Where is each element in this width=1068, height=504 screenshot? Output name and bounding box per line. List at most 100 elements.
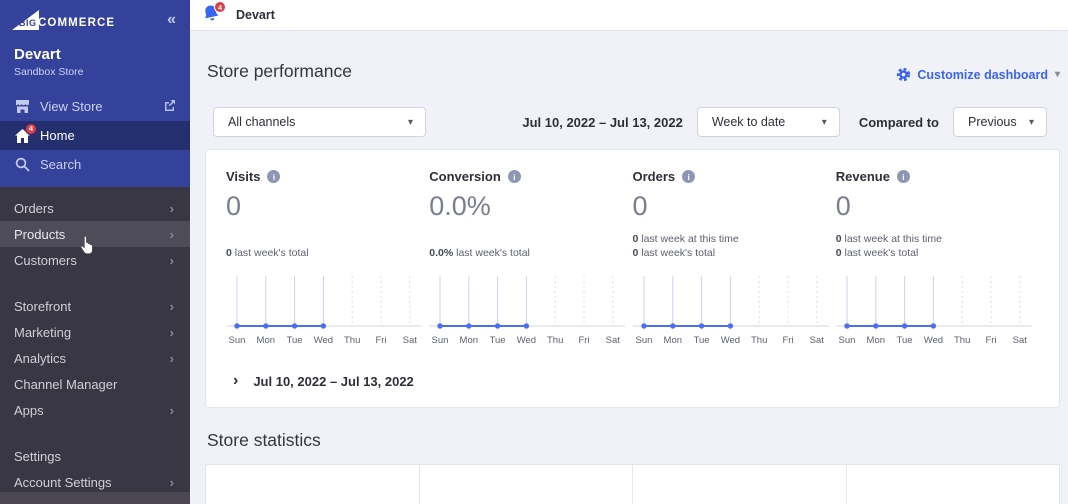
chevron-right-icon: › <box>170 299 174 314</box>
metric-subline: 0 last week at this time <box>633 232 824 246</box>
day-tick-label: Thu <box>751 335 767 346</box>
chevron-right-icon: › <box>170 351 174 366</box>
data-point <box>670 323 675 328</box>
bigcommerce-logo: BIG COMMERCE <box>12 10 115 30</box>
sidebar-item-customers[interactable]: Customers› <box>0 247 190 273</box>
page-title: Store performance <box>207 61 352 82</box>
sidebar-item-home[interactable]: 4 Home <box>0 121 190 150</box>
stats-title: Store statistics <box>207 430 321 450</box>
compared-to-label: Compared to <box>859 115 939 130</box>
sidebar-bottom-strip <box>0 492 190 504</box>
sparkline-chart-orders: SunMonTueWedThuFriSat <box>633 274 836 355</box>
day-tick-label: Sat <box>809 335 824 346</box>
sidebar-item-label: Channel Manager <box>14 377 117 392</box>
channel-select[interactable]: All channels ▾ <box>213 107 426 137</box>
data-point <box>321 323 326 328</box>
sidebar-item-orders[interactable]: Orders › <box>0 195 190 221</box>
stats-table-cell <box>633 465 847 504</box>
sidebar-item-apps[interactable]: Apps › <box>0 397 190 423</box>
metric-subline: 0 last week's total <box>836 246 1027 260</box>
sidebar-item-marketing[interactable]: Marketing› <box>0 319 190 345</box>
info-icon[interactable]: i <box>682 170 695 183</box>
notifications-bell-icon[interactable]: 4 <box>202 4 224 26</box>
sidebar-item-label: Products <box>14 227 65 242</box>
external-link-icon <box>164 99 176 114</box>
dashboard-content: Store performance Customize dashboard ▾ … <box>190 31 1068 504</box>
day-tick-label: Thu <box>547 335 563 346</box>
data-point <box>844 323 849 328</box>
gear-icon <box>896 67 911 82</box>
info-icon[interactable]: i <box>267 170 280 183</box>
sidebar-item-channel-manager[interactable]: Channel Manager <box>0 371 190 397</box>
metric-subline: 0 last week's total <box>633 246 824 260</box>
caret-down-icon: ▾ <box>1029 117 1034 128</box>
metric-value: 0.0% <box>429 191 620 222</box>
data-point <box>873 323 878 328</box>
info-icon[interactable]: i <box>508 170 521 183</box>
period-select[interactable]: Week to date ▾ <box>697 107 840 137</box>
metric-value: 0 <box>226 191 417 222</box>
metric-label: Revenue <box>836 169 890 184</box>
date-range-expander[interactable]: › Jul 10, 2022 – Jul 13, 2022 <box>226 373 1039 389</box>
logo-text-big: BIG <box>19 18 37 28</box>
metric-visits: Visitsi00 last week's total <box>226 169 429 260</box>
data-point <box>292 323 297 328</box>
day-tick-label: Mon <box>257 335 275 346</box>
storefront-icon <box>14 99 31 115</box>
metric-value: 0 <box>633 191 824 222</box>
sidebar: BIG COMMERCE « Devart Sandbox Store View… <box>0 0 190 504</box>
sidebar-item-products[interactable]: Products› <box>0 221 190 247</box>
metric-subline: 0 last week's total <box>226 246 417 260</box>
logo-text-commerce: COMMERCE <box>38 17 115 29</box>
main-area: 4 Devart Store performance Customize das… <box>190 0 1068 504</box>
day-tick-label: Wed <box>517 335 536 346</box>
sidebar-item-analytics[interactable]: Analytics› <box>0 345 190 371</box>
day-tick-label: Sun <box>229 335 246 346</box>
sidebar-item-label: View Store <box>40 99 103 114</box>
sidebar-item-label: Search <box>40 157 81 172</box>
stats-table <box>205 464 1060 504</box>
metric-value: 0 <box>836 191 1027 222</box>
sidebar-item-storefront[interactable]: Storefront› <box>0 293 190 319</box>
stats-table-cell <box>206 465 420 504</box>
sidebar-item-search[interactable]: Search <box>0 150 190 179</box>
day-tick-label: Tue <box>287 335 303 346</box>
day-tick-label: Sun <box>635 335 652 346</box>
day-tick-label: Thu <box>954 335 970 346</box>
charts-row: SunMonTueWedThuFriSatSunMonTueWedThuFriS… <box>226 274 1039 355</box>
topbar: 4 Devart <box>190 0 1068 31</box>
chevron-right-icon: › <box>170 403 174 418</box>
performance-card: Visitsi00 last week's totalConversioni0.… <box>205 149 1060 408</box>
day-tick-label: Mon <box>866 335 884 346</box>
customize-dashboard-button[interactable]: Customize dashboard ▾ <box>896 67 1060 82</box>
metric-revenue: Revenuei00 last week at this time0 last … <box>836 169 1039 260</box>
collapse-sidebar-icon[interactable]: « <box>167 12 176 28</box>
notification-count-badge: 4 <box>214 1 226 13</box>
comparison-select[interactable]: Previous ▾ <box>953 107 1047 137</box>
sidebar-item-label: Orders <box>14 201 54 216</box>
sparkline-chart-revenue: SunMonTueWedThuFriSat <box>836 274 1039 355</box>
data-point <box>727 323 732 328</box>
sidebar-item-label: Apps <box>14 403 44 418</box>
metrics-row: Visitsi00 last week's totalConversioni0.… <box>226 169 1039 260</box>
info-icon[interactable]: i <box>897 170 910 183</box>
chevron-right-icon: › <box>170 201 174 216</box>
sidebar-item-view-store[interactable]: View Store <box>0 92 190 121</box>
chevron-right-icon: › <box>170 325 174 340</box>
home-icon: 4 <box>14 128 31 144</box>
day-tick-label: Fri <box>375 335 386 346</box>
store-subtitle: Sandbox Store <box>14 66 176 78</box>
day-tick-label: Sat <box>606 335 621 346</box>
sidebar-menu: Orders›Products›Customers›Storefront›Mar… <box>0 187 190 504</box>
sidebar-item-label: Account Settings <box>14 475 112 490</box>
sidebar-item-settings[interactable]: Settings <box>0 443 190 469</box>
caret-down-icon: ▾ <box>1055 69 1060 80</box>
stats-table-cell <box>847 465 1060 504</box>
day-tick-label: Sat <box>403 335 418 346</box>
sparkline-chart-conversion: SunMonTueWedThuFriSat <box>429 274 632 355</box>
data-point <box>466 323 471 328</box>
sidebar-header: BIG COMMERCE « Devart Sandbox Store View… <box>0 0 190 187</box>
day-tick-label: Wed <box>923 335 942 346</box>
metric-orders: Ordersi00 last week at this time0 last w… <box>633 169 836 260</box>
day-tick-label: Tue <box>896 335 912 346</box>
